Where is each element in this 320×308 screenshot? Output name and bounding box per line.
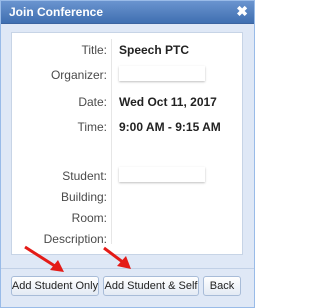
annotation-arrows: [24, 245, 131, 272]
red-arrow-icon: [24, 245, 64, 272]
red-arrow-icon: [103, 246, 131, 269]
